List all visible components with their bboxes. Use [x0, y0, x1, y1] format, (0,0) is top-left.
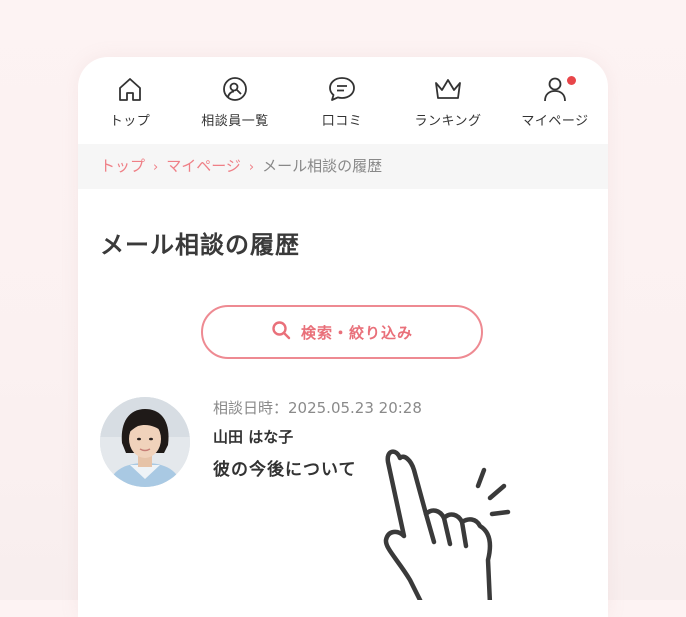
nav-item-counselors[interactable]: 相談員一覧: [190, 75, 280, 129]
counselor-search-icon: [190, 75, 280, 103]
notification-dot: [567, 76, 576, 85]
page-title: メール相談の履歴: [100, 231, 300, 259]
consult-date: 相談日時：2025.05.23 20:28: [213, 399, 422, 417]
breadcrumb-link-top[interactable]: トップ: [100, 157, 145, 175]
search-filter-label: 検索・絞り込み: [300, 323, 413, 342]
mobile-screen: トップ 相談員一覧 口コミ ランキング マイページ トップ › マイページ › …: [78, 57, 608, 617]
pointing-hand-icon: [380, 440, 520, 607]
chat-bubble-icon: [297, 75, 387, 103]
nav-label: 口コミ: [321, 114, 363, 129]
breadcrumb: トップ › マイページ › メール相談の履歴: [78, 144, 608, 189]
chevron-right-icon: ›: [248, 160, 255, 175]
crown-icon: [403, 75, 493, 103]
top-nav: トップ 相談員一覧 口コミ ランキング マイページ: [78, 57, 608, 144]
nav-item-ranking[interactable]: ランキング: [403, 75, 493, 129]
nav-label: 相談員一覧: [201, 114, 269, 129]
search-filter-button[interactable]: 検索・絞り込み: [201, 305, 483, 359]
home-icon: [85, 75, 175, 103]
breadcrumb-current: メール相談の履歴: [262, 157, 383, 175]
nav-label: トップ: [109, 114, 151, 129]
chevron-right-icon: ›: [153, 160, 159, 175]
search-icon: [271, 320, 301, 344]
nav-item-reviews[interactable]: 口コミ: [297, 75, 387, 129]
nav-label: マイページ: [521, 114, 589, 129]
user-icon: [510, 75, 600, 103]
nav-item-top[interactable]: トップ: [85, 75, 175, 129]
avatar: [100, 397, 190, 487]
nav-item-mypage[interactable]: マイページ: [510, 75, 600, 129]
history-list-item[interactable]: 相談日時：2025.05.23 20:28 山田 はな子 彼の今後について: [98, 395, 598, 495]
nav-label: ランキング: [414, 114, 482, 129]
breadcrumb-link-mypage[interactable]: マイページ: [166, 157, 241, 175]
